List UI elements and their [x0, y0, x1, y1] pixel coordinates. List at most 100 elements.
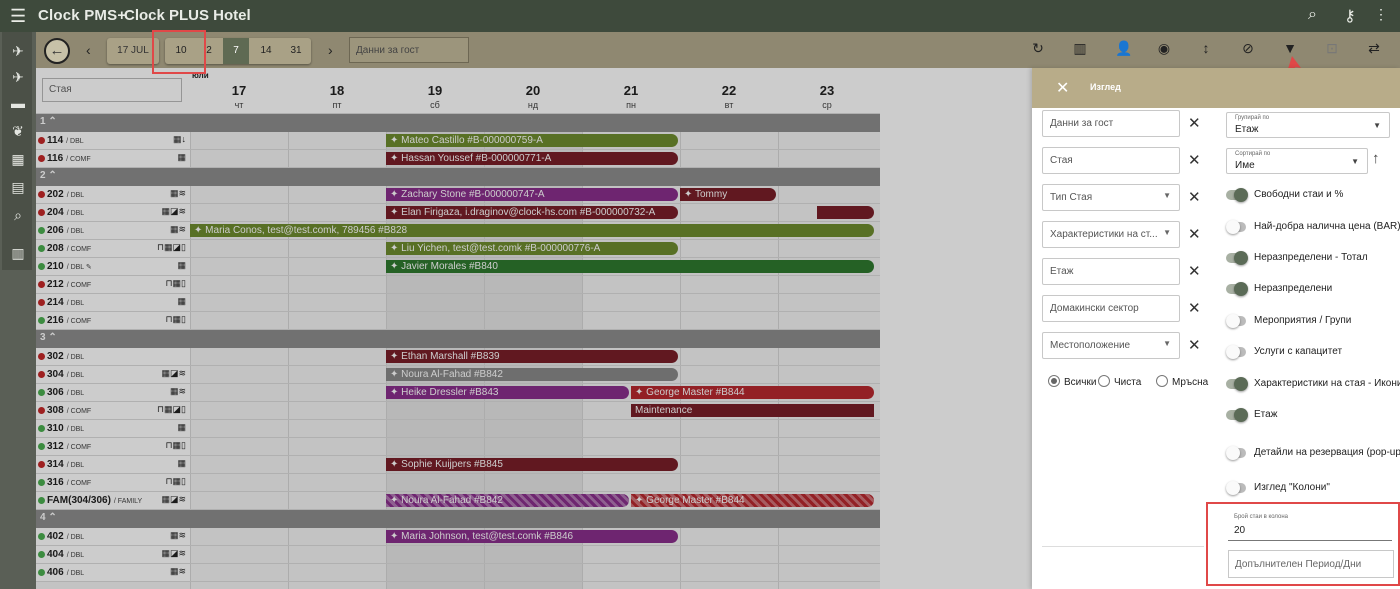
toggle-knob: [1234, 282, 1248, 296]
sort-by-label: Сортирай по: [1235, 151, 1271, 157]
clear-filter-icon[interactable]: ✕: [1188, 114, 1201, 132]
radio-label: Мръсна: [1172, 377, 1209, 388]
toggle-label: Неразпределени: [1254, 283, 1333, 294]
highlight-box-fields: [1206, 502, 1400, 586]
document-icon[interactable]: ▤: [9, 178, 27, 196]
group-by-value: Етаж: [1235, 124, 1259, 135]
radio-circle: [1048, 375, 1060, 387]
filter-field[interactable]: Местоположение ▼: [1042, 332, 1180, 359]
search-icon[interactable]: ⌕: [1308, 6, 1317, 24]
toggle-knob: [1234, 377, 1248, 391]
chevron-right-icon[interactable]: ›: [328, 42, 333, 58]
panel-title: Изглед: [1090, 82, 1121, 92]
clear-filter-icon[interactable]: ✕: [1188, 262, 1201, 280]
filter-field[interactable]: Етаж: [1042, 258, 1180, 285]
plane-arrival-icon[interactable]: ✈: [9, 42, 27, 60]
radio-circle: [1098, 375, 1110, 387]
toggle-knob: [1226, 314, 1240, 328]
group-by-label: Групирай по: [1235, 115, 1270, 121]
clear-filter-icon[interactable]: ✕: [1188, 188, 1201, 206]
day-option-31[interactable]: 31: [281, 38, 311, 64]
filter-field-label: Местоположение: [1050, 340, 1131, 351]
toggle-knob: [1226, 345, 1240, 359]
filter-field[interactable]: Тип Стая ▼: [1042, 184, 1180, 211]
filter-field-label: Етаж: [1050, 266, 1074, 277]
hotel-name: Clock PLUS Hotel: [124, 7, 251, 24]
app-title: Clock PMS+: [38, 7, 127, 24]
toggle-label: Характеристики на стая - Икони: [1254, 378, 1400, 389]
filter-field[interactable]: Характеристики на ст... ▼: [1042, 221, 1180, 248]
group-by-select[interactable]: Групирай по Етаж ▼: [1226, 112, 1390, 138]
toggle-label: Услуги с капацитет: [1254, 346, 1343, 357]
toggle-knob: [1234, 188, 1248, 202]
radio-label: Чиста: [1114, 377, 1142, 388]
add-person-icon[interactable]: 👤: [1114, 40, 1134, 57]
day-option-7[interactable]: 7: [223, 38, 249, 64]
chevron-down-icon: ▼: [1163, 228, 1171, 237]
chevron-down-icon: ▼: [1351, 157, 1359, 166]
modal-overlay[interactable]: [36, 68, 1032, 589]
toggle-knob: [1234, 251, 1248, 265]
search-icon[interactable]: ⌕: [9, 206, 27, 224]
top-app-bar: ☰ Clock PMS+ Clock PLUS Hotel ⌕ ⚷ ⋮: [0, 0, 1400, 32]
radio-option[interactable]: Всички: [1048, 375, 1096, 388]
toggle-label: Най-добра налична цена (BAR): [1254, 221, 1400, 232]
panel-header: ✕ Изглед: [1032, 68, 1400, 108]
plane-departure-icon[interactable]: ✈: [9, 68, 27, 86]
radio-circle: [1156, 375, 1168, 387]
focus-icon[interactable]: ⊡: [1322, 40, 1342, 57]
radio-label: Всички: [1064, 377, 1097, 388]
sort-by-select[interactable]: Сортирай по Име ▼: [1226, 148, 1368, 174]
chevron-down-icon: ▼: [1373, 121, 1381, 130]
chevron-down-icon: ▼: [1163, 191, 1171, 200]
guest-search-input[interactable]: Данни за гост: [349, 37, 469, 63]
more-vert-icon[interactable]: ⋮: [1374, 6, 1388, 23]
filter-field[interactable]: Стая: [1042, 147, 1180, 174]
clear-filter-icon[interactable]: ✕: [1188, 225, 1201, 243]
calendar-icon[interactable]: ▦: [9, 150, 27, 168]
toggle-label: Етаж: [1254, 409, 1278, 420]
chevron-down-icon: ▼: [1163, 339, 1171, 348]
radio-option[interactable]: Чиста: [1098, 375, 1141, 388]
filter-field[interactable]: Данни за гост: [1042, 110, 1180, 137]
book-icon[interactable]: ▥: [9, 244, 27, 262]
back-button[interactable]: ←: [44, 38, 70, 64]
filter-field-label: Тип Стая: [1050, 192, 1093, 203]
toggle-label: Изглед "Колони": [1254, 482, 1330, 493]
filter-field[interactable]: Домакински сектор: [1042, 295, 1180, 322]
divider: [1042, 546, 1204, 547]
sort-by-value: Име: [1235, 160, 1255, 171]
toggle-knob: [1226, 220, 1240, 234]
filter-field-label: Данни за гост: [1050, 118, 1114, 129]
view-settings-panel: ✕ Изглед Данни за гост ✕ Стая ✕ Тип Стая ▼ ✕ Ха…: [1032, 68, 1400, 589]
swap-icon[interactable]: ⇄: [1364, 40, 1384, 57]
clear-filter-icon[interactable]: ✕: [1188, 336, 1201, 354]
columns-icon[interactable]: ▥: [1070, 40, 1090, 57]
toggle-label: Неразпределени - Тотал: [1254, 252, 1368, 263]
highlight-box-days: [152, 30, 206, 74]
leaf-icon[interactable]: ❦: [9, 122, 27, 140]
filter-field-label: Характеристики на ст...: [1050, 229, 1158, 240]
radio-option[interactable]: Мръсна: [1156, 375, 1208, 388]
bed-icon[interactable]: ▬: [9, 94, 27, 112]
key-icon[interactable]: ⚷: [1344, 6, 1356, 26]
hamburger-menu-icon[interactable]: ☰: [10, 7, 26, 25]
day-option-14[interactable]: 14: [251, 38, 281, 64]
clear-filter-icon[interactable]: ✕: [1188, 151, 1201, 169]
toggle-knob: [1226, 481, 1240, 495]
palette-icon[interactable]: ◉: [1154, 40, 1174, 57]
toggle-label: Свободни стаи и %: [1254, 189, 1344, 200]
filter-field-label: Стая: [1050, 155, 1073, 166]
vertical-arrows-icon[interactable]: ↕: [1196, 40, 1216, 56]
chevron-left-icon[interactable]: ‹: [86, 42, 91, 58]
toggle-knob: [1234, 408, 1248, 422]
close-icon[interactable]: ✕: [1056, 78, 1069, 98]
left-navigation: ✈ ✈ ▬ ❦ ▦ ▤ ⌕ ▥: [0, 32, 36, 589]
toggle-label: Мероприятия / Групи: [1254, 315, 1352, 326]
clear-filter-icon[interactable]: ⊘: [1238, 40, 1258, 57]
refresh-icon[interactable]: ↻: [1028, 40, 1048, 57]
toggle-knob: [1226, 446, 1240, 460]
toggle-label: Детайли на резервация (pop-up): [1254, 447, 1400, 458]
clear-filter-icon[interactable]: ✕: [1188, 299, 1201, 317]
sort-direction-arrow-icon[interactable]: ↑: [1372, 150, 1380, 167]
